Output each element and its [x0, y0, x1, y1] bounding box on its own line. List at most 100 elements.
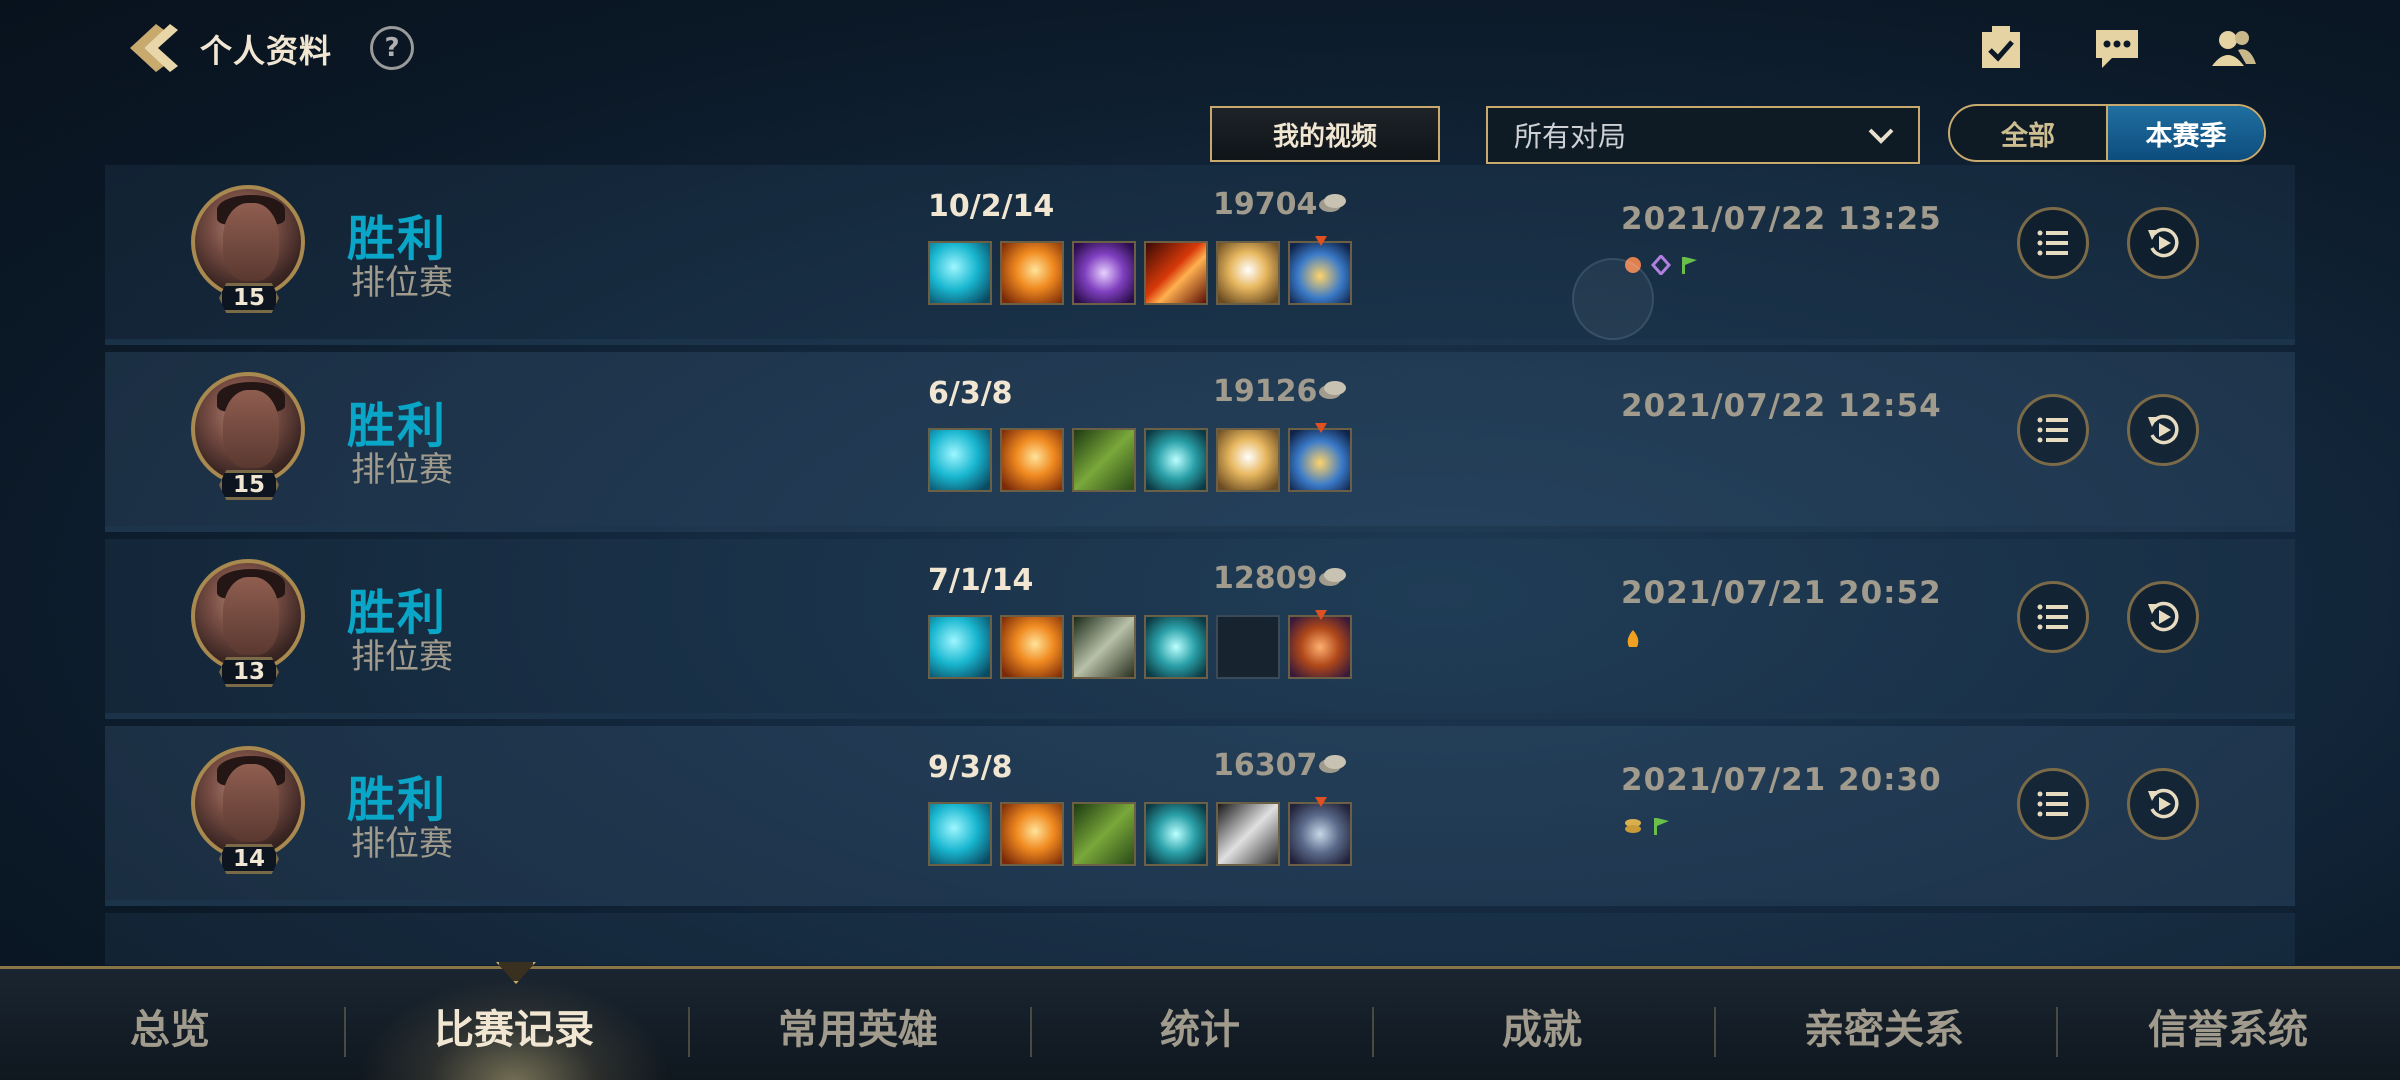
- side-watermark: [4, 500, 28, 590]
- match-mode: 排位赛: [351, 450, 453, 490]
- tab-achievements[interactable]: 成就: [1372, 969, 1712, 1080]
- match-mode: 排位赛: [351, 263, 453, 303]
- gold-earned: 19126: [1213, 374, 1318, 409]
- chevron-down-icon: [1868, 128, 1894, 144]
- replay-icon: [2148, 227, 2179, 258]
- my-videos-button[interactable]: 我的视频: [1210, 106, 1440, 162]
- back-arrow-icon[interactable]: [126, 20, 184, 76]
- match-history-list[interactable]: 15 胜利 排位赛 10/2/14 19704 2021/07/22 13:25: [105, 165, 2295, 965]
- item-teal-claw-icon: [1144, 615, 1208, 679]
- item-fire-blade-icon: [1144, 241, 1208, 305]
- replay-icon: [2148, 601, 2179, 632]
- season-all-option[interactable]: 全部: [1950, 106, 2106, 160]
- match-row[interactable]: 15 胜利 排位赛 6/3/8 19126 2021/07/22 12:54: [105, 352, 2295, 532]
- season-current-option[interactable]: 本赛季: [2106, 106, 2264, 160]
- item-sun-sword-icon: [1000, 802, 1064, 866]
- item-blue-blade-icon: [928, 241, 992, 305]
- kda-score: 7/1/14: [928, 563, 1034, 598]
- champion-avatar: [191, 746, 305, 860]
- match-datetime: 2021/07/22 13:25: [1621, 201, 1942, 237]
- match-type-dropdown[interactable]: 所有对局: [1486, 106, 1920, 164]
- item-blue-blade-icon: [928, 615, 992, 679]
- match-row[interactable]: 15 胜利 排位赛 10/2/14 19704 2021/07/22 13:25: [105, 165, 2295, 345]
- gold-coins-icon: [1319, 381, 1346, 399]
- match-details-button[interactable]: [2017, 581, 2089, 653]
- champion-avatar: [191, 372, 305, 486]
- match-datetime: 2021/07/21 20:30: [1621, 762, 1942, 798]
- match-replay-button[interactable]: [2127, 581, 2199, 653]
- champion-level: 15: [219, 470, 279, 500]
- item-marker-icon: [1315, 610, 1327, 620]
- item-build: [928, 236, 1352, 305]
- item-green-bow-icon: [1072, 428, 1136, 492]
- match-replay-button[interactable]: [2127, 394, 2199, 466]
- list-icon: [2037, 417, 2068, 443]
- item-golden-wings-icon: [1216, 428, 1280, 492]
- header: 个人资料 ?: [0, 0, 2400, 100]
- gold-coins-icon: [1319, 568, 1346, 586]
- fire-badge-icon: [1627, 630, 1639, 647]
- item-teal-claw-icon: [1144, 802, 1208, 866]
- item-sun-sword-icon: [1000, 428, 1064, 492]
- tab-favorite-champions[interactable]: 常用英雄: [688, 969, 1028, 1080]
- match-details-button[interactable]: [2017, 394, 2089, 466]
- tab-relationships[interactable]: 亲密关系: [1714, 969, 2054, 1080]
- list-icon: [2037, 604, 2068, 630]
- match-datetime: 2021/07/22 12:54: [1621, 388, 1942, 424]
- gold-earned: 19704: [1213, 187, 1318, 222]
- item-sun-sword-icon: [1000, 241, 1064, 305]
- kda-score: 9/3/8: [928, 750, 1013, 785]
- flag-badge-icon: [1682, 257, 1697, 274]
- match-replay-button[interactable]: [2127, 207, 2199, 279]
- flag-badge-icon: [1654, 818, 1669, 835]
- item-marker-icon: [1315, 423, 1327, 433]
- friends-icon[interactable]: [2210, 26, 2256, 70]
- gold-coins-icon: [1319, 755, 1346, 773]
- kda-score: 6/3/8: [928, 376, 1013, 411]
- match-mode: 排位赛: [351, 637, 453, 677]
- item-green-sword-icon: [1072, 615, 1136, 679]
- item-steel-sword-icon: [1216, 802, 1280, 866]
- item-golden-wings-icon: [1216, 241, 1280, 305]
- match-row[interactable]: 13 胜利 排位赛 7/1/14 12809 2021/07/21 20:52: [105, 539, 2295, 719]
- match-badges: [1623, 816, 1671, 836]
- match-datetime: 2021/07/21 20:52: [1621, 575, 1942, 611]
- match-details-button[interactable]: [2017, 768, 2089, 840]
- replay-icon: [2148, 414, 2179, 445]
- item-potion-elixir-icon: [1288, 423, 1352, 492]
- help-icon[interactable]: ?: [370, 26, 414, 70]
- item-blue-blade-icon: [928, 428, 992, 492]
- champion-level: 14: [219, 844, 279, 874]
- match-details-button[interactable]: [2017, 207, 2089, 279]
- match-row[interactable]: 14 胜利 排位赛 9/3/8 16307 2021/07/21 20:30: [105, 726, 2295, 906]
- item-marker-icon: [1315, 236, 1327, 246]
- tab-overview[interactable]: 总览: [0, 969, 340, 1080]
- item-imp-trinket-icon: [1288, 610, 1352, 679]
- coins-badge-icon: [1625, 819, 1641, 833]
- champion-avatar: [191, 185, 305, 299]
- tab-match-history[interactable]: 比赛记录: [344, 969, 684, 1080]
- item-green-bow-icon: [1072, 802, 1136, 866]
- replay-icon: [2148, 788, 2179, 819]
- gold-earned: 16307: [1213, 748, 1318, 783]
- task-checklist-icon[interactable]: [1978, 26, 2024, 70]
- match-type-selected: 所有对局: [1514, 120, 1627, 153]
- gold-coins-icon: [1319, 194, 1346, 212]
- gem-badge-icon: [1651, 255, 1671, 275]
- match-badges: [1623, 629, 1643, 649]
- chat-message-icon[interactable]: [2094, 26, 2140, 70]
- item-bat-trinket-icon: [1288, 797, 1352, 866]
- tab-honor-system[interactable]: 信誉系统: [2056, 969, 2400, 1080]
- item-marker-icon: [1315, 797, 1327, 807]
- item-build: [928, 797, 1352, 866]
- page-title: 个人资料: [200, 32, 333, 70]
- bottom-navigation: 总览 比赛记录 常用英雄 统计 成就 亲密关系 信誉系统: [0, 966, 2400, 1080]
- item-build: [928, 423, 1352, 492]
- match-replay-button[interactable]: [2127, 768, 2199, 840]
- item-potion-elixir-icon: [1288, 236, 1352, 305]
- touch-indicator: [1572, 258, 1654, 340]
- match-row-partial[interactable]: [105, 913, 2295, 965]
- tab-statistics[interactable]: 统计: [1030, 969, 1370, 1080]
- list-icon: [2037, 791, 2068, 817]
- item-teal-claw-icon: [1144, 428, 1208, 492]
